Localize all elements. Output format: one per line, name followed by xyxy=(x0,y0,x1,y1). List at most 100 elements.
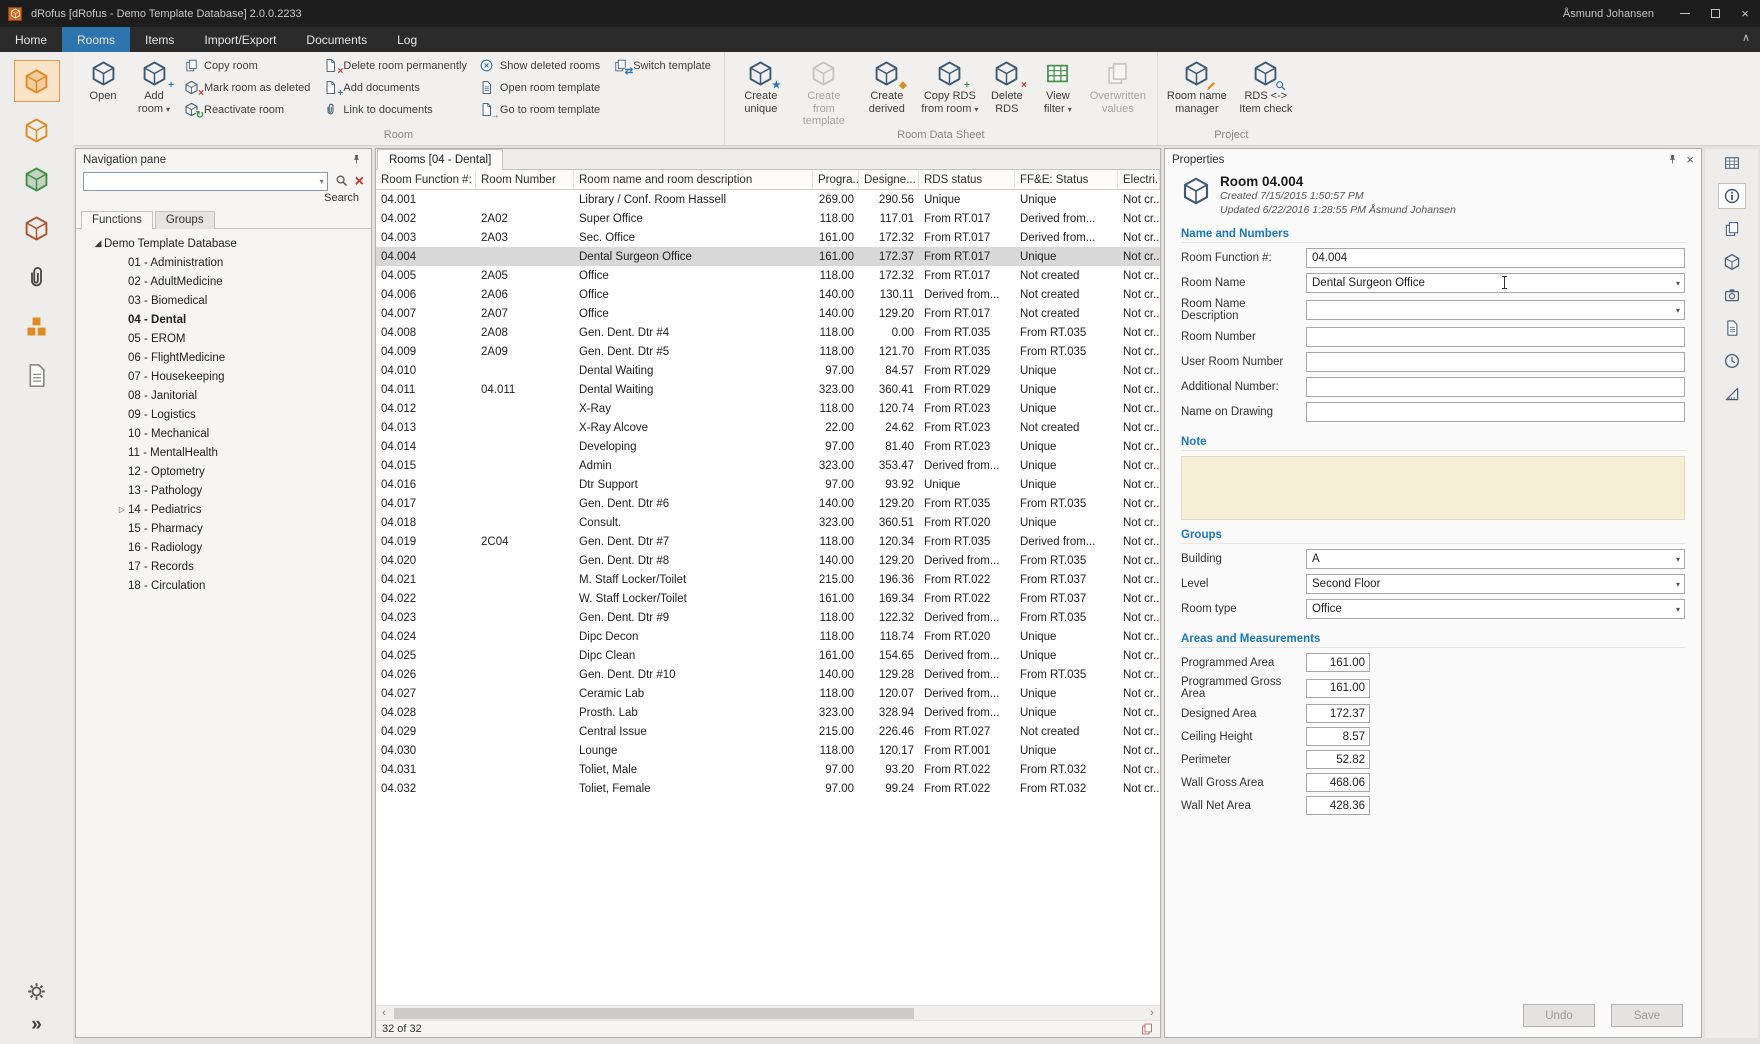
level-select[interactable] xyxy=(1306,574,1685,594)
room-type-select[interactable] xyxy=(1306,599,1685,619)
goto-room-template-button[interactable]: → Go to room template xyxy=(477,99,607,120)
menu-tab[interactable]: Documents xyxy=(291,27,382,52)
building-select[interactable] xyxy=(1306,549,1685,569)
add-documents-button[interactable]: + Add documents xyxy=(320,77,474,98)
measurement-input[interactable] xyxy=(1306,704,1370,723)
horizontal-scrollbar[interactable]: ‹ › xyxy=(376,1005,1160,1020)
table-row[interactable]: 04.020 Gen. Dent. Dtr #8 140.00 129.20 D… xyxy=(376,551,1160,570)
table-row[interactable]: 04.011 04.011 Dental Waiting 323.00 360.… xyxy=(376,380,1160,399)
project-module-icon[interactable] xyxy=(14,305,60,347)
table-row[interactable]: 04.003 2A03 Sec. Office 161.00 172.32 Fr… xyxy=(376,228,1160,247)
navigation-tab[interactable]: Functions xyxy=(81,211,153,229)
close-pane-icon[interactable]: × xyxy=(1686,152,1694,167)
room-name-description-input[interactable] xyxy=(1306,300,1685,320)
mark-room-deleted-button[interactable]: × Mark room as deleted xyxy=(181,77,317,98)
room-name-manager-button[interactable]: Room name manager xyxy=(1164,55,1230,119)
tree-item[interactable]: 05 - EROM xyxy=(78,329,369,348)
datasheet-grid-icon[interactable] xyxy=(1718,150,1746,176)
info-tab-icon[interactable] xyxy=(1718,183,1746,209)
reports-module-icon[interactable] xyxy=(14,354,60,396)
room-type-dropdown-icon[interactable]: ▾ xyxy=(1676,605,1680,614)
table-row[interactable]: 04.021 M. Staff Locker/Toilet 215.00 196… xyxy=(376,570,1160,589)
tree-item[interactable]: 08 - Janitorial xyxy=(78,386,369,405)
tree-item[interactable]: 09 - Logistics xyxy=(78,405,369,424)
copy-rds-from-room-button[interactable]: + Copy RDS from room ▾ xyxy=(920,55,980,119)
tree-item[interactable]: 13 - Pathology xyxy=(78,481,369,500)
close-button[interactable]: × xyxy=(1730,0,1760,27)
table-row[interactable]: 04.025 Dipc Clean 161.00 154.65 Derived … xyxy=(376,646,1160,665)
table-row[interactable]: 04.031 Toliet, Male 97.00 93.20 From RT.… xyxy=(376,760,1160,779)
search-icon[interactable] xyxy=(334,173,349,191)
measurements-tab-icon[interactable] xyxy=(1718,381,1746,407)
copy-room-button[interactable]: Copy room xyxy=(181,55,317,76)
table-row[interactable]: 04.024 Dipc Decon 118.00 118.74 From RT.… xyxy=(376,627,1160,646)
room-number-input[interactable] xyxy=(1306,327,1685,347)
save-button[interactable]: Save xyxy=(1611,1004,1683,1027)
tree-item[interactable]: 18 - Circulation xyxy=(78,576,369,595)
rooms-list-tab[interactable]: Rooms [04 - Dental] xyxy=(377,149,503,170)
room-list-module-icon[interactable] xyxy=(14,109,60,151)
table-row[interactable]: 04.012 X-Ray 118.00 120.74 From RT.023 U… xyxy=(376,399,1160,418)
column-header-programmed[interactable]: Progra... xyxy=(813,170,859,189)
navigation-search-input[interactable] xyxy=(83,172,328,191)
measurement-input[interactable] xyxy=(1306,773,1370,792)
collapse-ribbon-icon[interactable]: ∧ xyxy=(1742,31,1750,44)
measurement-input[interactable] xyxy=(1306,653,1370,672)
documents-tab-icon[interactable] xyxy=(1718,315,1746,341)
room-model-tab-icon[interactable] xyxy=(1718,249,1746,275)
tree-item[interactable]: 01 - Administration xyxy=(78,253,369,272)
table-row[interactable]: 04.022 W. Staff Locker/Toilet 161.00 169… xyxy=(376,589,1160,608)
table-row[interactable]: 04.001 Library / Conf. Room Hassell 269.… xyxy=(376,190,1160,209)
table-row[interactable]: 04.002 2A02 Super Office 118.00 117.01 F… xyxy=(376,209,1160,228)
table-row[interactable]: 04.015 Admin 323.00 353.47 Derived from.… xyxy=(376,456,1160,475)
pin-icon[interactable] xyxy=(349,152,364,167)
measurement-input[interactable] xyxy=(1306,750,1370,769)
pin-icon[interactable] xyxy=(1665,152,1680,167)
attachments-module-icon[interactable] xyxy=(14,256,60,298)
table-row[interactable]: 04.029 Central Issue 215.00 226.46 From … xyxy=(376,722,1160,741)
table-row[interactable]: 04.028 Prosth. Lab 323.00 328.94 Derived… xyxy=(376,703,1160,722)
column-header-room-name[interactable]: Room name and room description xyxy=(574,170,813,189)
table-row[interactable]: 04.006 2A06 Office 140.00 130.11 Derived… xyxy=(376,285,1160,304)
note-textarea[interactable] xyxy=(1181,456,1685,520)
images-tab-icon[interactable] xyxy=(1718,282,1746,308)
items-module-icon[interactable] xyxy=(14,158,60,200)
name-on-drawing-input[interactable] xyxy=(1306,402,1685,422)
tree-item[interactable]: 10 - Mechanical xyxy=(78,424,369,443)
room-function-input[interactable] xyxy=(1306,248,1685,268)
tree-item[interactable]: 17 - Records xyxy=(78,557,369,576)
measurement-input[interactable] xyxy=(1306,679,1370,698)
menu-tab[interactable]: Items xyxy=(130,27,189,52)
history-tab-icon[interactable] xyxy=(1718,348,1746,374)
tree-item[interactable]: 12 - Optometry xyxy=(78,462,369,481)
column-header-ffe-status[interactable]: FF&E: Status xyxy=(1015,170,1118,189)
minimize-button[interactable] xyxy=(1670,0,1700,27)
navigation-tab[interactable]: Groups xyxy=(155,211,215,229)
scroll-left-icon[interactable]: ‹ xyxy=(376,1008,392,1019)
tree-item[interactable]: 15 - Pharmacy xyxy=(78,519,369,538)
column-header-room-function[interactable]: Room Function #: xyxy=(376,170,476,189)
level-dropdown-icon[interactable]: ▾ xyxy=(1676,580,1680,589)
tree-item[interactable]: 04 - Dental xyxy=(78,310,369,329)
table-row[interactable]: 04.008 2A08 Gen. Dent. Dtr #4 118.00 0.0… xyxy=(376,323,1160,342)
menu-tab[interactable]: Home xyxy=(0,27,62,52)
create-unique-button[interactable]: ★ Create unique xyxy=(731,55,791,119)
room-name-dropdown-icon[interactable]: ▾ xyxy=(1676,279,1680,288)
table-row[interactable]: 04.014 Developing 97.00 81.40 From RT.02… xyxy=(376,437,1160,456)
table-row[interactable]: 04.019 2C04 Gen. Dent. Dtr #7 118.00 120… xyxy=(376,532,1160,551)
tree-item[interactable]: 16 - Radiology xyxy=(78,538,369,557)
table-row[interactable]: 04.017 Gen. Dent. Dtr #6 140.00 129.20 F… xyxy=(376,494,1160,513)
scrollbar-thumb[interactable] xyxy=(394,1008,914,1019)
measurement-input[interactable] xyxy=(1306,796,1370,815)
tree-item[interactable]: 03 - Biomedical xyxy=(78,291,369,310)
tree-item[interactable]: 02 - AdultMedicine xyxy=(78,272,369,291)
column-header-electrical[interactable]: Electri... xyxy=(1118,170,1160,189)
room-name-description-dropdown-icon[interactable]: ▾ xyxy=(1676,306,1680,315)
tree-root[interactable]: ◢ Demo Template Database xyxy=(78,234,369,253)
settings-gear-icon[interactable] xyxy=(26,981,47,1005)
tree-item[interactable]: 11 - MentalHealth xyxy=(78,443,369,462)
tree-item[interactable]: 06 - FlightMedicine xyxy=(78,348,369,367)
table-row[interactable]: 04.030 Lounge 118.00 120.17 From RT.001 … xyxy=(376,741,1160,760)
show-deleted-rooms-button[interactable]: Show deleted rooms xyxy=(477,55,607,76)
user-room-number-input[interactable] xyxy=(1306,352,1685,372)
